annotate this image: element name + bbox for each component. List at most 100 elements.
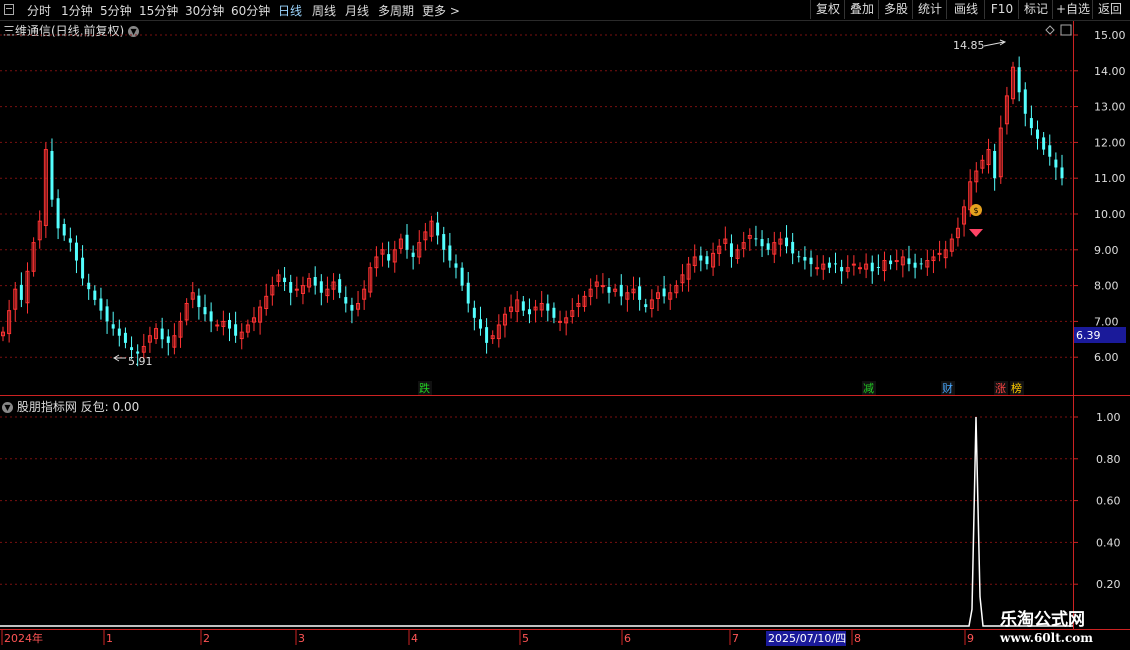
candle — [93, 285, 97, 306]
event-marker-bang[interactable]: 榜 — [1011, 381, 1022, 395]
candle — [870, 255, 874, 284]
candle — [955, 217, 960, 247]
candle — [723, 226, 728, 251]
candle — [264, 283, 269, 316]
kline-chart[interactable]: 15.0014.0013.0012.0011.0010.009.008.007.… — [0, 0, 1130, 650]
candle — [625, 285, 630, 312]
candle — [166, 329, 170, 356]
candle — [821, 255, 826, 280]
candle — [558, 310, 563, 332]
candle — [515, 290, 520, 323]
candle — [362, 280, 367, 310]
candle — [539, 290, 544, 318]
candle — [576, 294, 581, 318]
candle — [197, 288, 201, 320]
candle — [711, 242, 716, 276]
candle — [668, 283, 673, 310]
date-tick-label: 8 — [854, 632, 861, 645]
date-tick-label: 1 — [106, 632, 113, 645]
candle — [931, 249, 936, 274]
candle — [490, 330, 495, 344]
price-tick-label: 12.00 — [1094, 136, 1126, 149]
candle — [649, 289, 654, 318]
candle — [448, 232, 452, 268]
candle — [154, 323, 159, 344]
candle — [81, 245, 85, 286]
indicator-tick-label: 0.40 — [1096, 536, 1121, 549]
candle — [546, 294, 550, 322]
indicator-tick-label: 0.20 — [1096, 578, 1121, 591]
event-marker-cai[interactable]: 财 — [942, 381, 953, 395]
candle — [705, 250, 709, 270]
candle — [411, 245, 415, 270]
candle — [392, 240, 397, 273]
date-tick-label: 5 — [522, 632, 529, 645]
candle — [809, 250, 813, 277]
candle — [857, 262, 862, 274]
candle — [588, 278, 593, 306]
candle — [986, 138, 991, 174]
candle — [423, 222, 428, 251]
candle — [827, 257, 831, 274]
panel-toggle-icon[interactable] — [1060, 24, 1072, 36]
candle — [160, 317, 164, 349]
candle — [111, 311, 115, 336]
candle — [221, 310, 226, 336]
candle — [13, 282, 18, 322]
candle — [791, 232, 795, 265]
candle — [251, 307, 256, 332]
candle — [496, 314, 501, 348]
main-price-axis: 15.00 14.00 13.00 12.00 11.00 10.00 9.00 8.00 7.… — [1073, 29, 1126, 364]
candle — [785, 225, 789, 254]
candle — [864, 253, 869, 279]
candle — [283, 266, 287, 291]
candle — [294, 276, 299, 298]
candle — [644, 298, 648, 313]
candle — [325, 276, 330, 303]
candle — [607, 278, 611, 304]
date-tick-label: 2024年 — [4, 631, 43, 645]
candle — [1036, 120, 1040, 150]
candle — [582, 290, 587, 312]
candle — [99, 287, 103, 320]
candle — [123, 327, 127, 349]
candle — [717, 239, 722, 266]
candle — [729, 234, 733, 268]
menu-diamond-icon[interactable] — [1045, 25, 1055, 35]
candle — [631, 276, 636, 300]
candle — [502, 307, 507, 338]
candle — [900, 249, 905, 278]
diamond-icon[interactable] — [969, 229, 983, 237]
candle — [638, 277, 642, 311]
candle — [1048, 134, 1052, 166]
candle — [1004, 86, 1009, 135]
candle — [686, 256, 691, 292]
candle — [227, 312, 231, 342]
candle — [747, 228, 752, 251]
candle — [840, 259, 844, 284]
candle — [680, 264, 685, 292]
indicator-axis: 1.00 0.80 0.60 0.40 0.20 — [1073, 411, 1121, 591]
date-tick-label: 3 — [298, 632, 305, 645]
candle — [980, 154, 985, 174]
candle — [797, 250, 801, 263]
candle — [485, 318, 489, 354]
money-bag-icon[interactable]: $ — [970, 204, 982, 216]
candle — [300, 276, 305, 305]
watermark-url: www.60lt.com — [1000, 631, 1093, 645]
event-marker-die[interactable]: 跌 — [419, 381, 430, 395]
event-marker-jian[interactable]: 减 — [863, 382, 874, 395]
event-marker-zhang[interactable]: 涨 — [995, 382, 1006, 395]
candle — [766, 237, 770, 256]
candle — [962, 199, 967, 237]
candle — [974, 162, 979, 193]
candle — [655, 285, 660, 312]
candle — [50, 138, 54, 207]
watermark-title: 乐淘公式网 — [1000, 610, 1085, 630]
candle — [778, 231, 783, 257]
candle — [1054, 152, 1058, 180]
candle — [735, 244, 740, 264]
candle — [234, 311, 238, 343]
candle — [466, 271, 470, 313]
candle — [368, 262, 373, 298]
